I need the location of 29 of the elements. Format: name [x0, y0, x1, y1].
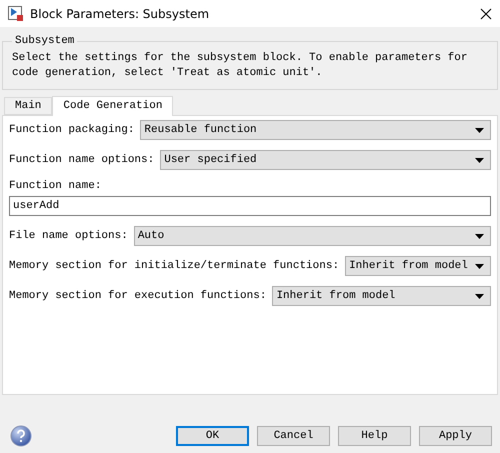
tab[interactable]: Main: [4, 97, 52, 115]
field-label: Memory section for initialize/terminate functions:: [9, 260, 340, 272]
window-title: Block Parameters: Subsystem: [30, 6, 210, 20]
tab[interactable]: Code Generation: [52, 96, 174, 116]
field-label: Function packaging:: [9, 124, 134, 136]
dialog-button[interactable]: OK: [176, 426, 249, 446]
dropdown-arrow-icon: [475, 128, 484, 132]
field-label: Function name:: [9, 180, 102, 192]
help-icon[interactable]: [10, 425, 32, 447]
field-label: Function name options:: [9, 154, 154, 166]
dropdown-arrow-icon: [475, 234, 484, 238]
group-title: Subsystem: [14, 35, 76, 47]
dialog-button[interactable]: Help: [338, 426, 411, 446]
dropdown[interactable]: User specified: [160, 150, 491, 170]
field-label: File name options:: [9, 230, 128, 242]
dropdown[interactable]: Inherit from model: [272, 286, 491, 306]
block-icon: [8, 6, 24, 22]
dropdown[interactable]: Auto: [134, 226, 491, 246]
dropdown-arrow-icon: [475, 158, 484, 162]
dropdown-arrow-icon: [475, 264, 484, 268]
dropdown-arrow-icon: [475, 294, 484, 298]
dropdown[interactable]: Reusable function: [140, 120, 491, 140]
description-text: Select the settings for the subsystem block. To enable parameters for code generation, select 'Treat as atomic unit'.: [12, 51, 468, 81]
close-icon[interactable]: [480, 8, 492, 20]
input-field[interactable]: userAdd: [9, 196, 491, 216]
field-label: Memory section for execution functions:: [9, 290, 266, 302]
dropdown[interactable]: Inherit from model: [345, 256, 491, 276]
dialog-button[interactable]: Cancel: [257, 426, 330, 446]
dialog-button[interactable]: Apply: [419, 426, 492, 446]
